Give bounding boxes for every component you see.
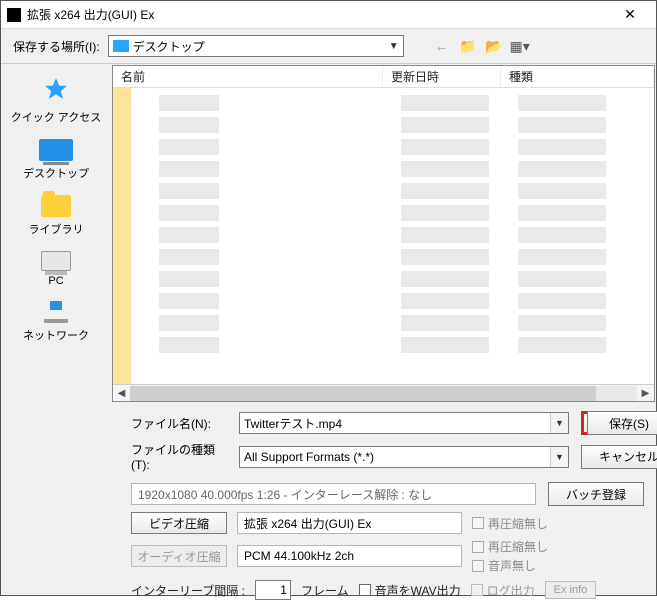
list-item[interactable] [131, 224, 654, 246]
audio-checks: 再圧縮無し 音声無し [472, 538, 644, 574]
filetype-combo[interactable]: All Support Formats (*.*) ▼ [239, 446, 569, 468]
new-folder-button[interactable]: 📂 [484, 37, 504, 55]
list-item[interactable] [131, 312, 654, 334]
chevron-down-icon[interactable]: ▼ [550, 413, 568, 433]
location-toolbar: 保存する場所(I): デスクトップ ▼ ← 📁 📂 ▦▾ [1, 29, 656, 63]
checkbox-icon [471, 584, 483, 596]
file-rows [131, 88, 654, 384]
save-button[interactable]: 保存(S) [581, 411, 657, 435]
filename-form: ファイル名(N): Twitterテスト.mp4 ▼ 保存(S) ファイルの種類… [1, 403, 656, 476]
column-name[interactable]: 名前 [113, 66, 383, 87]
file-list-header: 名前 更新日時 種類 [113, 66, 654, 88]
sidebar-item-network[interactable]: ネットワーク [23, 301, 89, 343]
location-text: デスクトップ [133, 38, 389, 55]
titlebar: 拡張 x264 出力(GUI) Ex ✕ [1, 1, 656, 29]
recompress-audio-check[interactable]: 再圧縮無し [472, 538, 644, 555]
chevron-down-icon: ▼ [389, 41, 399, 52]
back-button[interactable]: ← [432, 37, 452, 55]
dialog-window: 拡張 x264 出力(GUI) Ex ✕ 保存する場所(I): デスクトップ ▼… [0, 0, 657, 596]
filename-input[interactable]: Twitterテスト.mp4 ▼ [239, 412, 569, 434]
batch-register-button[interactable]: バッチ登録 [548, 482, 644, 506]
save-in-label: 保存する場所(I): [13, 38, 100, 55]
folder-icon [41, 195, 71, 217]
list-item[interactable] [131, 334, 654, 356]
sidebar-item-desktop[interactable]: デスクトップ [23, 139, 89, 181]
monitor-icon [39, 139, 73, 161]
video-checks: 再圧縮無し [472, 515, 644, 532]
list-item[interactable] [131, 114, 654, 136]
no-audio-check[interactable]: 音声無し [472, 557, 644, 574]
column-type[interactable]: 種類 [501, 66, 654, 87]
ex-info-button[interactable]: Ex info [545, 581, 597, 599]
list-item[interactable] [131, 268, 654, 290]
horizontal-scrollbar[interactable]: ◀ ▶ [113, 384, 654, 401]
sidebar-item-pc[interactable]: PC [41, 251, 71, 287]
window-title: 拡張 x264 出力(GUI) Ex [27, 6, 610, 23]
video-codec-box: 拡張 x264 出力(GUI) Ex [237, 512, 462, 534]
info-footer: 1920x1080 40.000fps 1:26 - インターレース解除 : な… [1, 476, 656, 510]
sidebar-item-label: デスクトップ [23, 165, 89, 181]
audio-compress-button: オーディオ圧縮 [131, 545, 227, 567]
sidebar-item-label: PC [48, 275, 63, 287]
scroll-left-icon[interactable]: ◀ [113, 385, 130, 402]
network-icon [42, 301, 70, 323]
scroll-track[interactable] [130, 386, 637, 401]
list-item[interactable] [131, 158, 654, 180]
save-button-label: 保存(S) [587, 411, 657, 435]
file-list-area: 名前 更新日時 種類 [112, 65, 655, 402]
nav-icons: ← 📁 📂 ▦▾ [412, 37, 530, 55]
close-button[interactable]: ✕ [610, 1, 650, 29]
places-sidebar: クイック アクセス デスクトップ ライブラリ PC ネットワーク [1, 64, 111, 403]
view-menu-button[interactable]: ▦▾ [510, 37, 530, 55]
checkbox-icon [472, 541, 484, 553]
interleave-input[interactable] [255, 580, 291, 600]
sidebar-item-label: ネットワーク [23, 327, 89, 343]
checkbox-icon [472, 517, 484, 529]
recompress-video-check[interactable]: 再圧縮無し [472, 515, 644, 532]
sidebar-item-library[interactable]: ライブラリ [29, 195, 84, 237]
pc-icon [41, 251, 71, 271]
file-list-body[interactable] [113, 88, 654, 384]
list-item[interactable] [131, 246, 654, 268]
up-one-level-button[interactable]: 📁 [458, 37, 478, 55]
audio-codec-box: PCM 44.100kHz 2ch [237, 545, 462, 567]
codec-section: ビデオ圧縮 拡張 x264 出力(GUI) Ex 再圧縮無し オーディオ圧縮 P… [1, 510, 656, 576]
folder-icon [113, 40, 129, 52]
sidebar-item-label: クイック アクセス [11, 109, 102, 125]
location-combo[interactable]: デスクトップ ▼ [108, 35, 404, 57]
list-item[interactable] [131, 202, 654, 224]
interleave-row: インターリーブ間隔 : フレーム 音声をWAV出力 ログ出力 Ex info [1, 576, 656, 606]
chevron-down-icon[interactable]: ▼ [550, 447, 568, 467]
sidebar-item-label: ライブラリ [29, 221, 84, 237]
sidebar-item-quick-access[interactable]: クイック アクセス [11, 76, 102, 125]
list-item[interactable] [131, 92, 654, 114]
column-date[interactable]: 更新日時 [383, 66, 501, 87]
filetype-value: All Support Formats (*.*) [244, 450, 374, 464]
list-item[interactable] [131, 290, 654, 312]
list-item[interactable] [131, 180, 654, 202]
folder-tree-strip [113, 88, 131, 384]
video-compress-button[interactable]: ビデオ圧縮 [131, 512, 227, 534]
cancel-button[interactable]: キャンセル [581, 445, 657, 469]
scroll-thumb[interactable] [130, 386, 596, 401]
filename-label: ファイル名(N): [131, 415, 227, 432]
filetype-label: ファイルの種類(T): [131, 441, 227, 472]
filename-value: Twitterテスト.mp4 [244, 415, 342, 432]
checkbox-icon [472, 560, 484, 572]
scroll-right-icon[interactable]: ▶ [637, 385, 654, 402]
main-area: クイック アクセス デスクトップ ライブラリ PC ネットワーク 名前 [1, 63, 656, 403]
video-info-box: 1920x1080 40.000fps 1:26 - インターレース解除 : な… [131, 483, 536, 505]
list-item[interactable] [131, 136, 654, 158]
star-icon [42, 76, 70, 105]
checkbox-icon [359, 584, 371, 596]
app-icon [7, 8, 21, 22]
